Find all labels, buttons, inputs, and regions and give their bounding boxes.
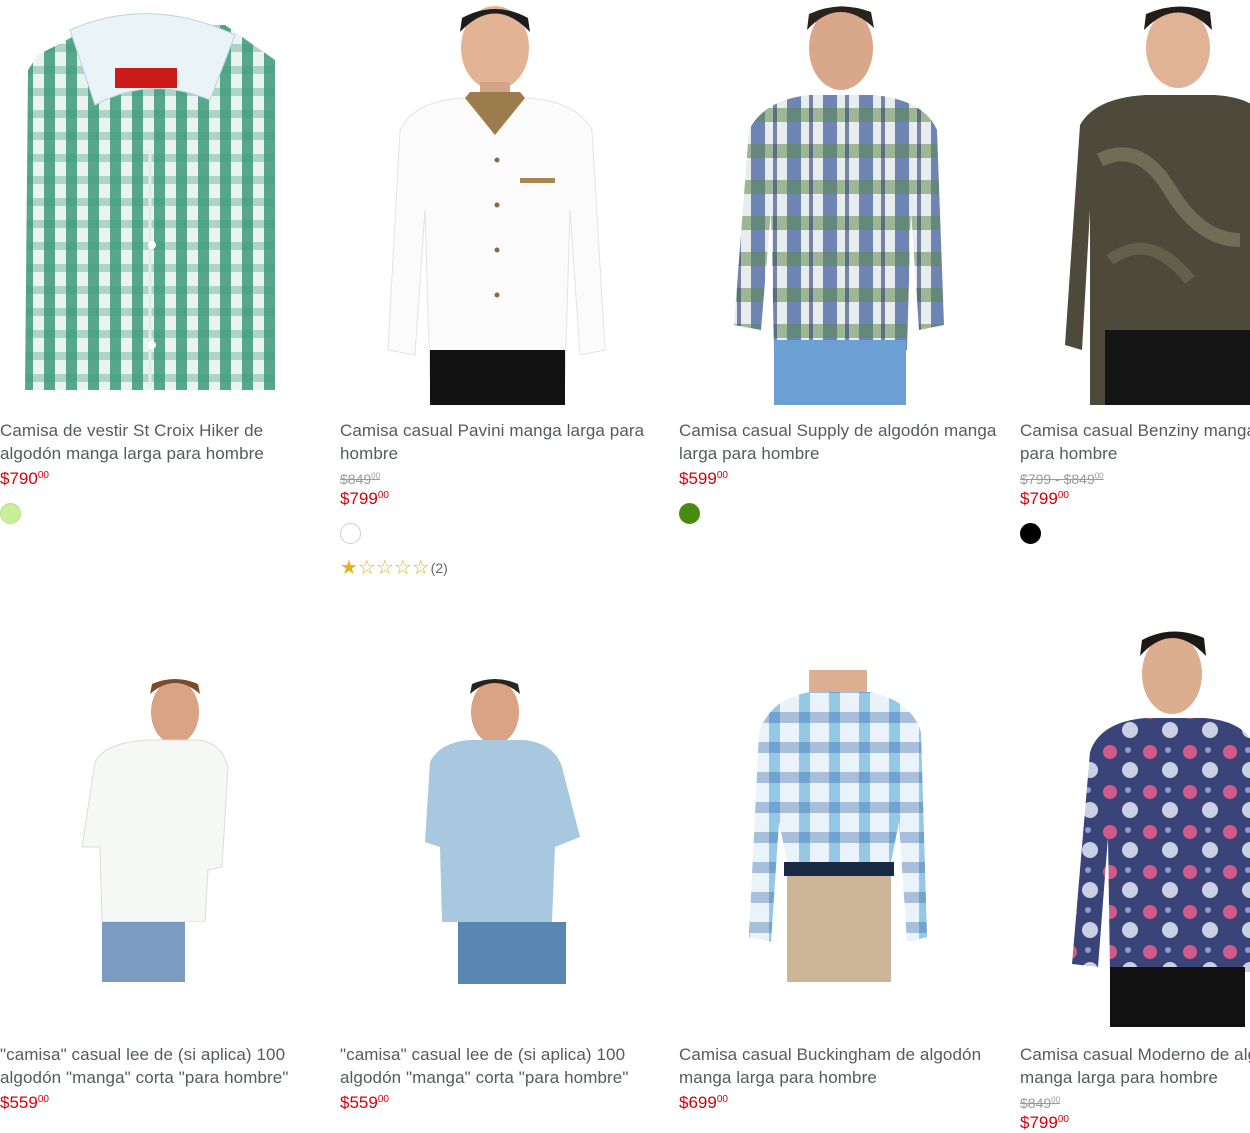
color-swatch[interactable] — [0, 503, 21, 524]
product-price: $55900 — [0, 1093, 49, 1112]
product-card[interactable]: Camisa casual Moderno de algodónmanga la… — [1020, 622, 1250, 1133]
product-image[interactable] — [0, 0, 330, 405]
product-image[interactable] — [340, 622, 670, 1027]
original-price: $84900 — [1020, 1095, 1061, 1111]
product-card[interactable]: Camisa casual Buckingham de algodón manga… — [679, 622, 1009, 1113]
product-title[interactable]: Camisa casual Moderno de algodónmanga la… — [1020, 1043, 1250, 1089]
product-image[interactable] — [1020, 622, 1250, 1027]
product-price: $55900 — [340, 1093, 389, 1112]
review-count: (2) — [430, 560, 448, 576]
product-image[interactable] — [0, 622, 330, 1027]
product-card[interactable]: "camisa" casual lee de (si aplica) 100 al… — [0, 622, 330, 1113]
color-swatch[interactable] — [679, 503, 700, 524]
product-card[interactable]: Camisa casual Pavini manga larga para hom… — [340, 0, 670, 578]
product-image[interactable] — [679, 622, 1009, 1027]
product-price: $79900 — [1020, 1113, 1069, 1132]
product-title[interactable]: Camisa casual Benziny manga largapara ho… — [1020, 419, 1250, 465]
star-rating-icon: ★☆☆☆☆ — [340, 557, 430, 579]
product-title[interactable]: Camisa casual Buckingham de algodón manga… — [679, 1043, 1009, 1089]
product-card[interactable]: Camisa de vestir St Croix Hiker de algodó… — [0, 0, 330, 524]
product-image[interactable] — [679, 0, 1009, 405]
rating[interactable]: ★☆☆☆☆ (2) — [340, 558, 670, 578]
product-price: $59900 — [679, 469, 728, 488]
product-image[interactable] — [340, 0, 670, 405]
product-title[interactable]: Camisa de vestir St Croix Hiker de algodó… — [0, 419, 330, 465]
original-price-range: $799 - $84900 — [1020, 471, 1104, 487]
color-swatch[interactable] — [1020, 523, 1041, 544]
color-swatch[interactable] — [340, 523, 361, 544]
product-title[interactable]: "camisa" casual lee de (si aplica) 100 al… — [0, 1043, 330, 1089]
product-price: $79900 — [340, 489, 389, 508]
product-price: $69900 — [679, 1093, 728, 1112]
product-title[interactable]: "camisa" casual lee de (si aplica) 100 al… — [340, 1043, 670, 1089]
product-price: $79000 — [0, 469, 49, 488]
product-price: $79900 — [1020, 489, 1069, 508]
product-card[interactable]: "camisa" casual lee de (si aplica) 100 al… — [340, 622, 670, 1113]
product-image[interactable] — [1020, 0, 1250, 405]
original-price: $84900 — [340, 471, 381, 487]
product-card[interactable]: Camisa casual Benziny manga largapara ho… — [1020, 0, 1250, 544]
product-title[interactable]: Camisa casual Pavini manga larga para hom… — [340, 419, 670, 465]
product-title[interactable]: Camisa casual Supply de algodón manga lar… — [679, 419, 1009, 465]
product-card[interactable]: Camisa casual Supply de algodón manga lar… — [679, 0, 1009, 524]
